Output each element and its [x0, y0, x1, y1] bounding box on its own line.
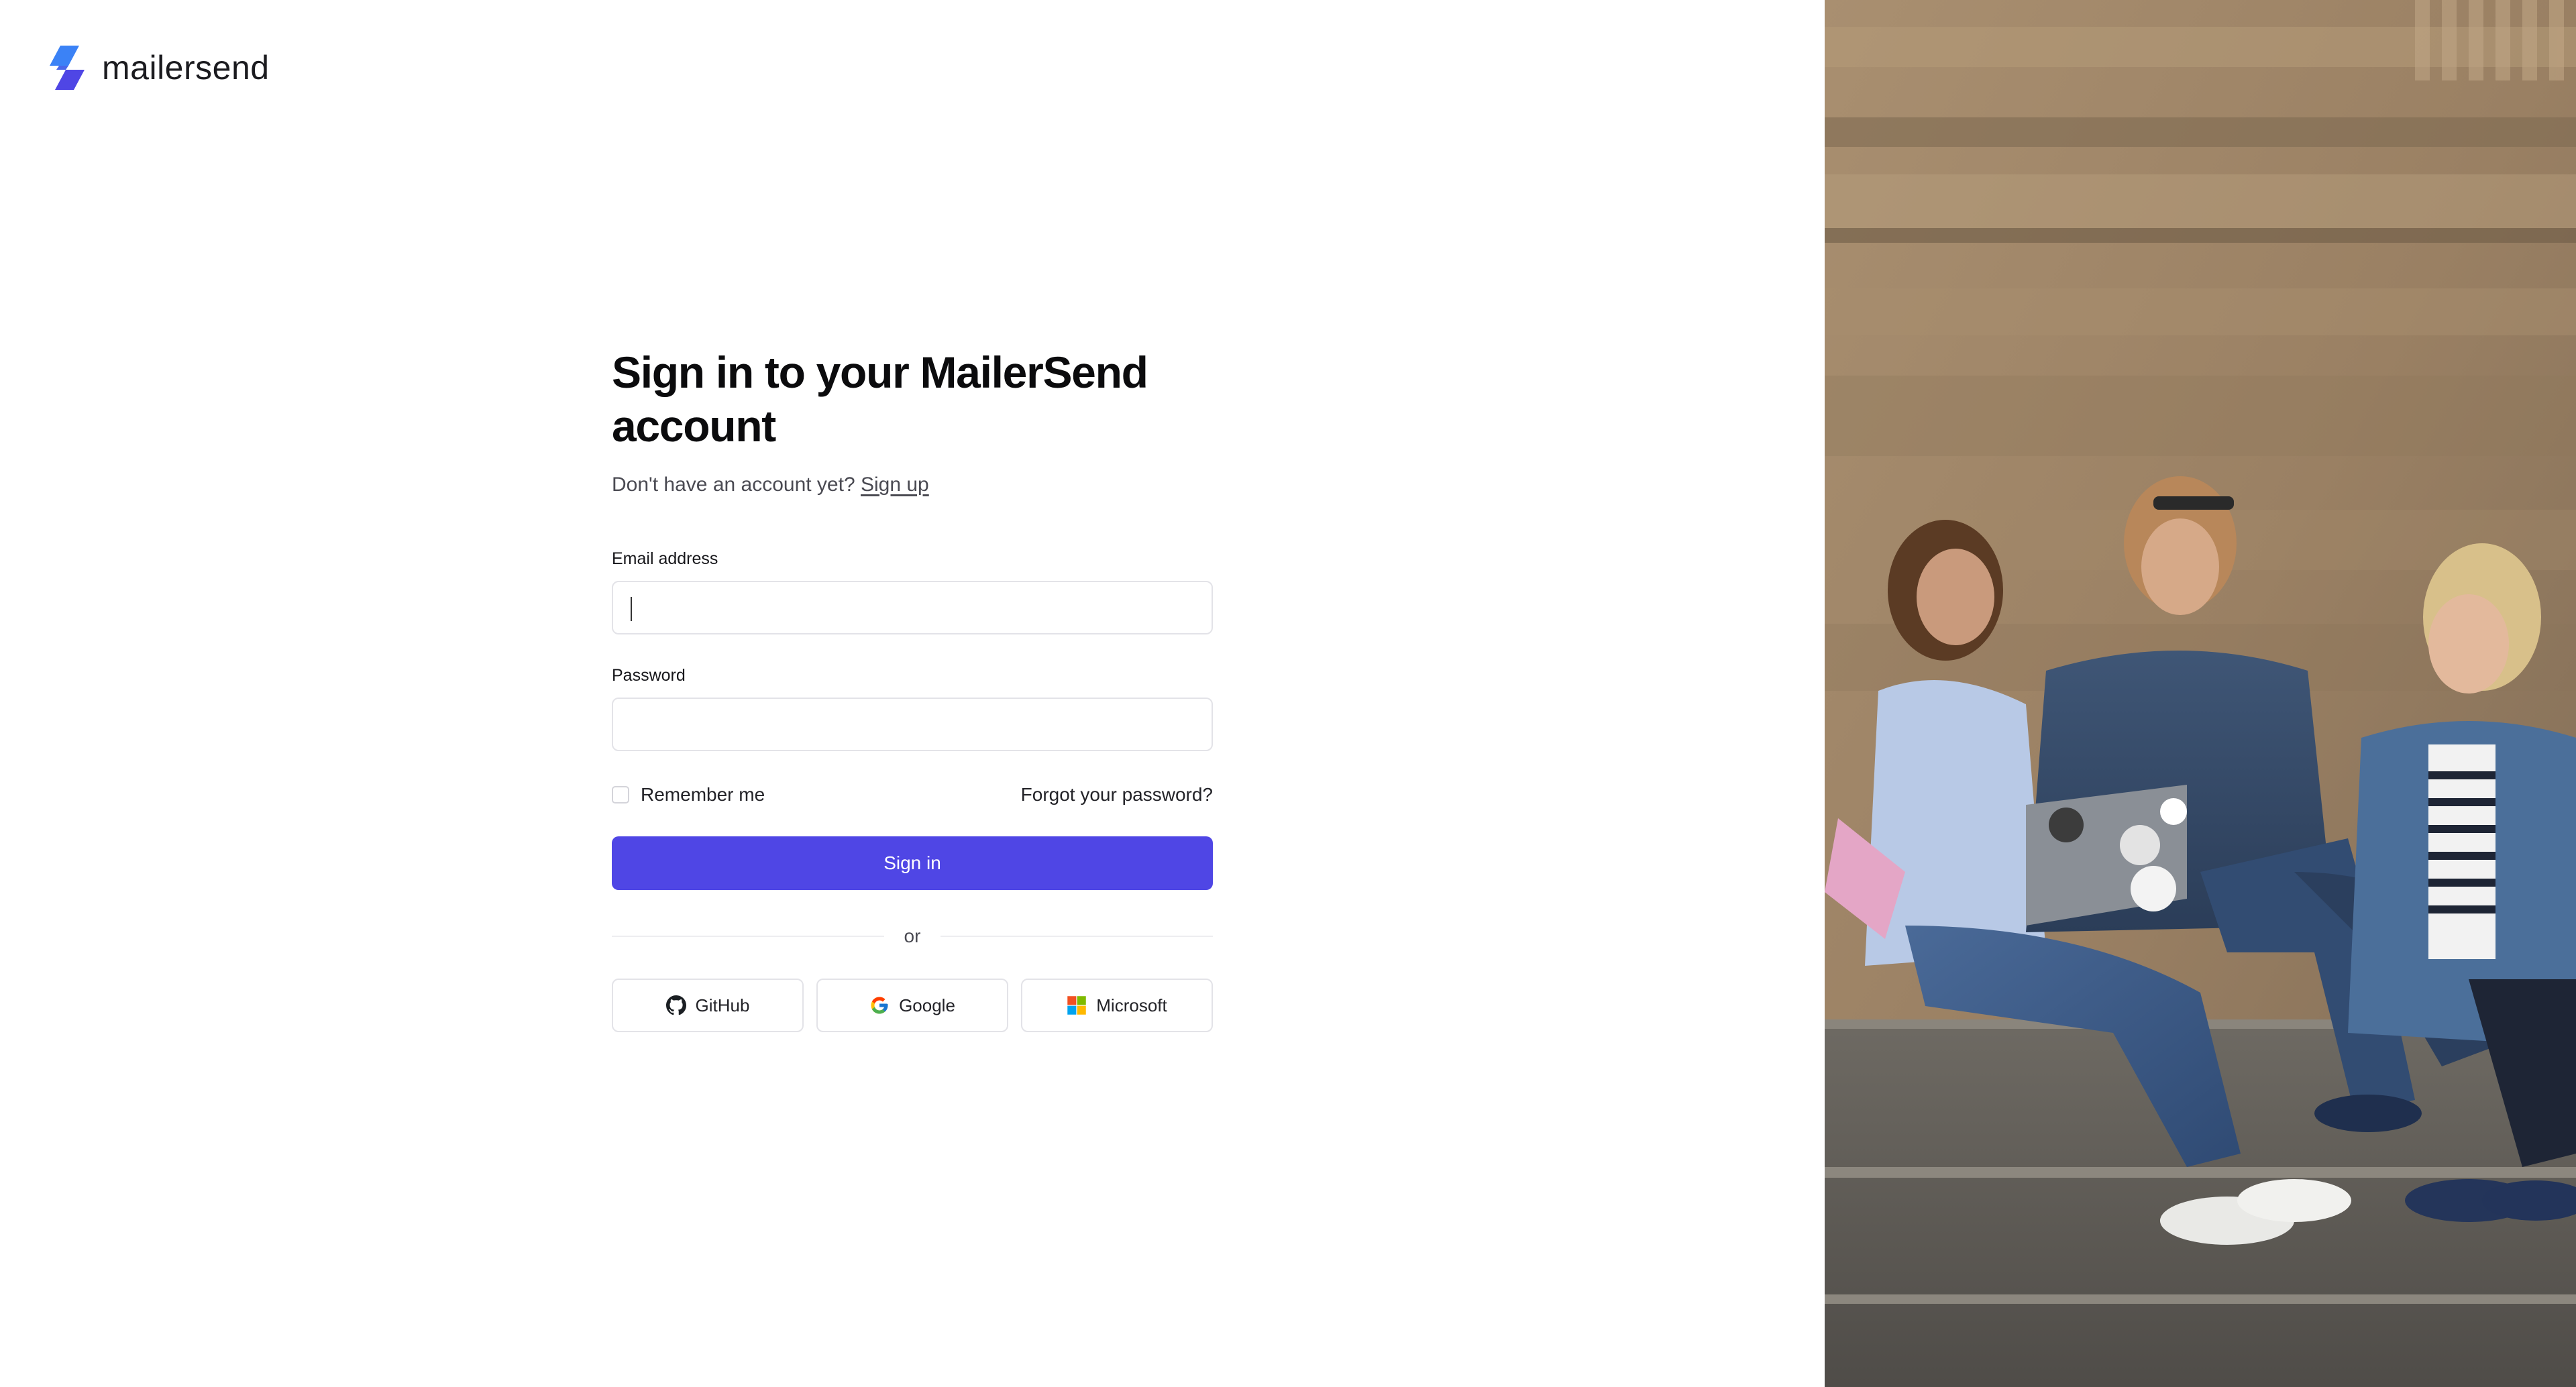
microsoft-icon	[1067, 996, 1087, 1015]
signup-prompt: Don't have an account yet? Sign up	[612, 471, 1213, 498]
github-button[interactable]: GitHub	[612, 979, 804, 1032]
google-button-label: Google	[899, 995, 955, 1015]
sign-in-panel: mailersend Sign in to your MailerSend ac…	[0, 0, 1825, 1387]
signup-link[interactable]: Sign up	[861, 474, 929, 496]
microsoft-button[interactable]: Microsoft	[1021, 979, 1213, 1032]
password-field[interactable]	[612, 698, 1213, 751]
text-caret	[631, 597, 632, 621]
google-button[interactable]: Google	[816, 979, 1008, 1032]
hero-photo-illustration	[1825, 0, 2576, 1387]
sign-in-button[interactable]: Sign in	[612, 836, 1213, 890]
page-title: Sign in to your MailerSend account	[612, 347, 1148, 451]
microsoft-button-label: Microsoft	[1096, 995, 1167, 1015]
divider-text: or	[904, 926, 921, 946]
remember-forgot-row: Remember me Forgot your password?	[612, 783, 1213, 806]
google-icon	[871, 997, 888, 1014]
hero-photo	[1825, 0, 2576, 1387]
remember-me-label[interactable]: Remember me	[641, 784, 765, 806]
email-field[interactable]	[612, 581, 1213, 634]
divider-line-left	[612, 936, 884, 937]
password-label: Password	[612, 666, 686, 685]
mailersend-logo[interactable]: mailersend	[46, 46, 270, 90]
github-icon	[665, 995, 686, 1015]
social-sign-in-buttons: GitHub Google Microsoft	[612, 979, 1213, 1032]
sign-in-form: Sign in to your MailerSend account Don't…	[612, 345, 1213, 1032]
remember-me-checkbox[interactable]	[612, 786, 629, 803]
email-label: Email address	[612, 549, 718, 568]
forgot-password-link[interactable]: Forgot your password?	[1021, 784, 1213, 806]
github-button-label: GitHub	[695, 995, 750, 1015]
signup-prompt-text: Don't have an account yet?	[612, 474, 855, 496]
or-divider: or	[612, 926, 1213, 946]
remember-me[interactable]: Remember me	[612, 784, 765, 806]
logo-wordmark: mailersend	[102, 49, 270, 87]
mailersend-logo-icon	[50, 46, 85, 90]
divider-line-right	[941, 936, 1213, 937]
